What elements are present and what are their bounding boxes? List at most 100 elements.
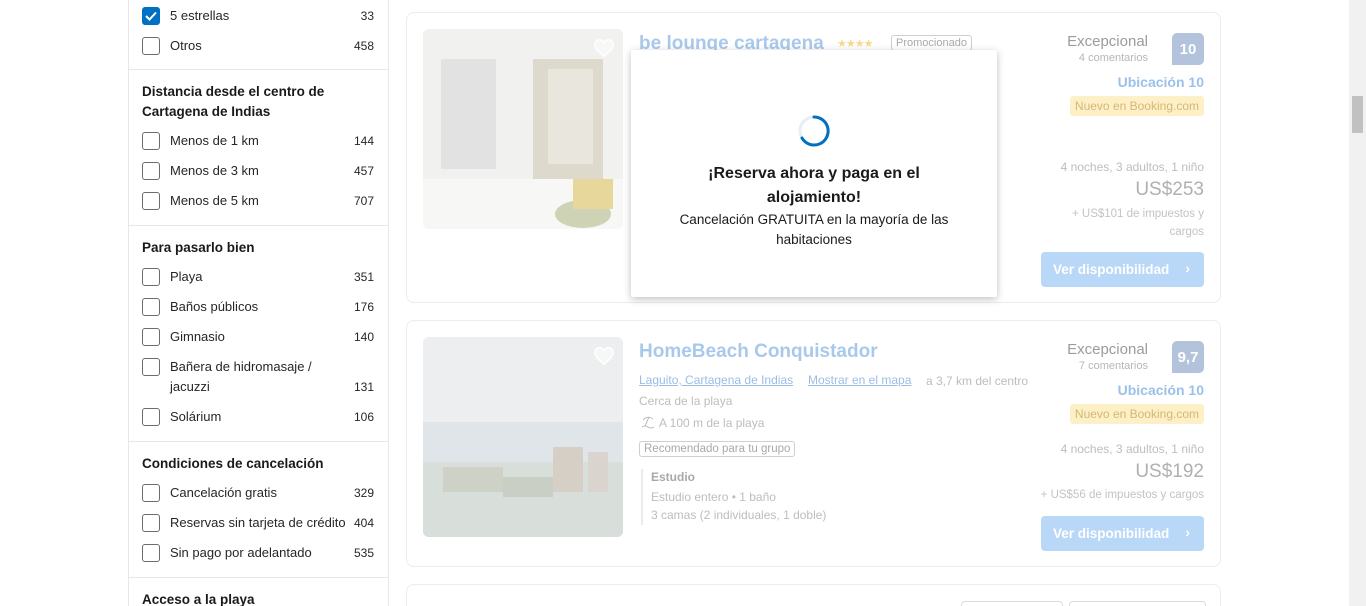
location-score: Ubicación 10 <box>1117 74 1204 90</box>
scrollbar-thumb[interactable] <box>1352 96 1363 133</box>
star-rating-icon: ★★★★ <box>837 38 873 50</box>
filter-label: Menos de 1 km <box>170 133 259 148</box>
filter-label: Sin pago por adelantado <box>170 545 312 560</box>
review-score-word: Excepcional <box>1067 33 1148 50</box>
filter-count: 457 <box>353 164 374 178</box>
filter-count: 329 <box>353 486 374 500</box>
see-availability-button[interactable]: Ver disponibilidad › <box>1041 252 1204 287</box>
group-recommendation-badge: Recomendado para tu grupo <box>639 441 796 457</box>
filter-count: 33 <box>360 9 374 23</box>
filter-label: Solárium <box>170 409 222 424</box>
review-score-badge[interactable]: 9,7 <box>1172 341 1204 373</box>
section-title: Condiciones de cancelación <box>142 456 324 471</box>
location-link[interactable]: Laguito, Cartagena de Indias <box>639 373 793 387</box>
filter-option-otros[interactable]: Otros 458 <box>142 36 374 56</box>
filter-count: 131 <box>353 380 374 394</box>
filter-section-stars: 5 estrellas 33 Otros 458 <box>129 0 388 70</box>
filter-option-gimnasio[interactable]: Gimnasio 140 <box>142 327 374 347</box>
filter-label: Cancelación gratis <box>170 485 277 500</box>
checkbox[interactable] <box>142 514 160 532</box>
checkbox[interactable] <box>142 328 160 346</box>
filter-label: Otros <box>170 38 202 53</box>
filter-count: 140 <box>353 330 374 344</box>
checkbox[interactable] <box>142 37 160 55</box>
filter-count: 458 <box>353 39 374 53</box>
new-on-booking-badge: Nuevo en Booking.com <box>1069 404 1204 424</box>
property-card <box>406 584 1221 606</box>
filter-option-free-cancel[interactable]: Cancelación gratis 329 <box>142 483 374 503</box>
filter-label: Menos de 3 km <box>170 163 259 178</box>
heart-icon[interactable] <box>593 37 615 59</box>
filter-label: Reservas sin tarjeta de crédito <box>170 515 346 530</box>
filter-option-no-prepay[interactable]: Sin pago por adelantado 535 <box>142 543 374 563</box>
card-button-outline[interactable] <box>1069 601 1206 606</box>
property-photo[interactable] <box>423 337 623 537</box>
filter-label: Gimnasio <box>170 329 225 344</box>
filters-sidebar: 5 estrellas 33 Otros 458 Distancia desde… <box>128 0 389 606</box>
room-photo-illustration <box>423 29 623 229</box>
filter-count: 351 <box>353 270 374 284</box>
bed-configuration: 3 camas (2 individuales, 1 doble) <box>651 508 827 522</box>
room-description: Estudio entero • 1 baño <box>651 490 776 504</box>
loading-dialog: ¡Reserva ahora y paga en el alojamiento!… <box>631 50 997 297</box>
price: US$192 <box>1135 461 1204 482</box>
stay-details: 4 noches, 3 adultos, 1 niño <box>1060 442 1204 456</box>
taxes-and-fees: + US$101 de impuestos y cargos <box>1071 208 1204 238</box>
section-title: Acceso a la playa <box>142 592 255 606</box>
filter-label: Bañera de hidromasaje / jacuzzi <box>170 359 312 394</box>
filter-option-banos[interactable]: Baños públicos 176 <box>142 297 374 317</box>
filter-option-playa[interactable]: Playa 351 <box>142 267 374 287</box>
chevron-right-icon: › <box>1185 260 1190 276</box>
price: US$253 <box>1135 179 1204 200</box>
button-label: Ver disponibilidad <box>1053 262 1170 277</box>
checkmark-icon <box>145 11 157 21</box>
filter-label: Playa <box>170 269 203 284</box>
property-name-link[interactable]: HomeBeach Conquistador <box>639 341 878 363</box>
checkbox[interactable] <box>142 192 160 210</box>
heart-icon[interactable] <box>593 345 615 367</box>
property-photo[interactable] <box>423 29 623 229</box>
card-button-outline[interactable] <box>961 601 1063 606</box>
review-score-badge[interactable]: 10 <box>1172 33 1204 65</box>
button-label: Ver disponibilidad <box>1053 526 1170 541</box>
beach-photo-illustration <box>423 337 623 537</box>
filter-option-distance-5[interactable]: Menos de 5 km 707 <box>142 191 374 211</box>
filter-section-beach: Acceso a la playa <box>129 578 388 606</box>
page-scrollbar[interactable] <box>1349 0 1366 606</box>
checkbox[interactable] <box>142 358 160 376</box>
see-availability-button[interactable]: Ver disponibilidad › <box>1041 516 1204 551</box>
beach-icon <box>641 416 655 429</box>
checkbox[interactable] <box>142 408 160 426</box>
checkbox[interactable] <box>142 162 160 180</box>
checkbox[interactable] <box>142 298 160 316</box>
dialog-subtitle: Cancelación GRATUITA en la mayoría de la… <box>679 212 949 247</box>
room-divider <box>641 469 643 525</box>
filter-label: Menos de 5 km <box>170 193 259 208</box>
review-count: 7 comentarios <box>1078 360 1148 372</box>
chevron-right-icon: › <box>1185 524 1190 540</box>
promoted-badge: Promocionado <box>891 35 972 51</box>
checkbox-checked[interactable] <box>142 7 160 25</box>
checkbox[interactable] <box>142 544 160 562</box>
filter-option-no-card[interactable]: Reservas sin tarjeta de crédito 404 <box>142 513 374 533</box>
checkbox[interactable] <box>142 132 160 150</box>
review-score-word: Excepcional <box>1067 341 1148 358</box>
filter-option-solarium[interactable]: Solárium 106 <box>142 407 374 427</box>
show-on-map-link[interactable]: Mostrar en el mapa <box>808 373 911 387</box>
filter-count: 144 <box>353 134 374 148</box>
checkbox[interactable] <box>142 268 160 286</box>
new-on-booking-badge: Nuevo en Booking.com <box>1069 96 1204 116</box>
taxes-and-fees: + US$56 de impuestos y cargos <box>1040 489 1204 501</box>
filter-count: 707 <box>353 194 374 208</box>
filter-section-cancellation: Condiciones de cancelación Cancelación g… <box>129 442 388 578</box>
filter-option-distance-1[interactable]: Menos de 1 km 144 <box>142 131 374 151</box>
filter-count: 106 <box>353 410 374 424</box>
loading-spinner-icon <box>798 115 830 147</box>
room-type: Estudio <box>651 470 695 484</box>
filter-option-distance-3[interactable]: Menos de 3 km 457 <box>142 161 374 181</box>
filter-option-jacuzzi[interactable]: Bañera de hidromasaje / jacuzzi 131 <box>142 357 374 397</box>
checkbox[interactable] <box>142 484 160 502</box>
beach-distance: A 100 m de la playa <box>659 416 765 430</box>
filter-count: 535 <box>353 546 374 560</box>
filter-option-5-stars[interactable]: 5 estrellas 33 <box>142 6 374 26</box>
